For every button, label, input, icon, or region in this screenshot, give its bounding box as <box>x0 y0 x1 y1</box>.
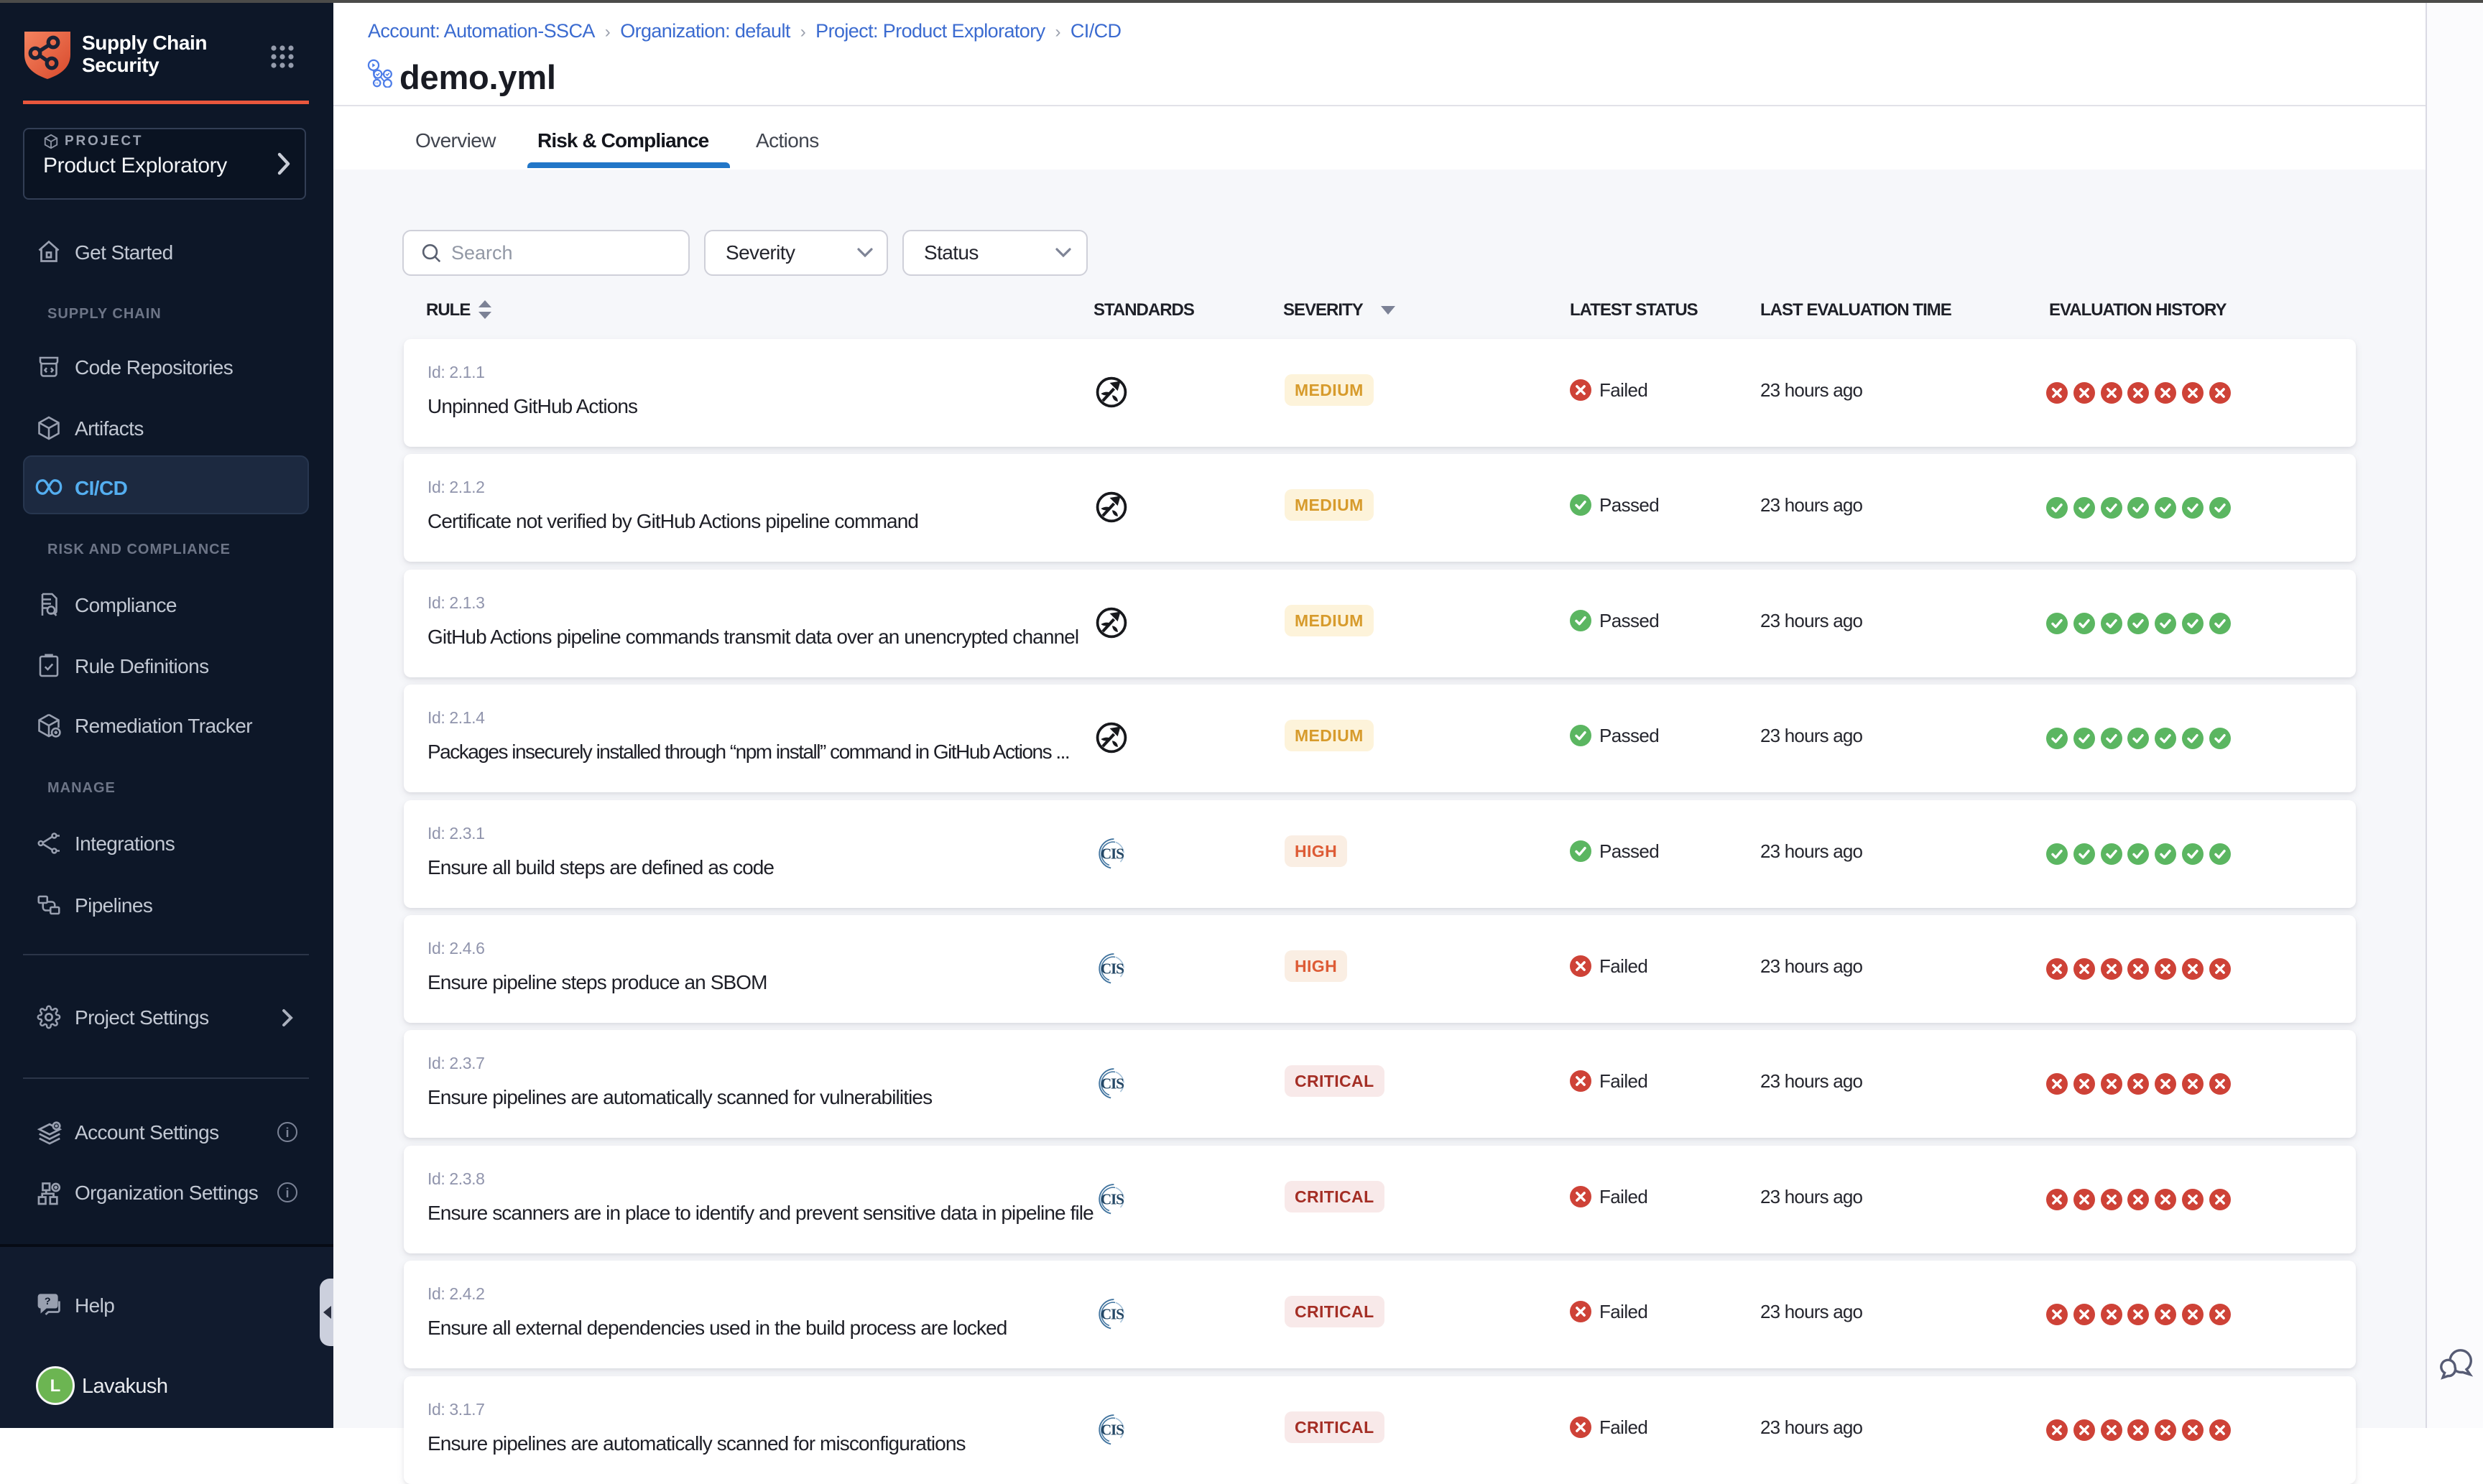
svg-text:?: ? <box>45 1296 51 1307</box>
